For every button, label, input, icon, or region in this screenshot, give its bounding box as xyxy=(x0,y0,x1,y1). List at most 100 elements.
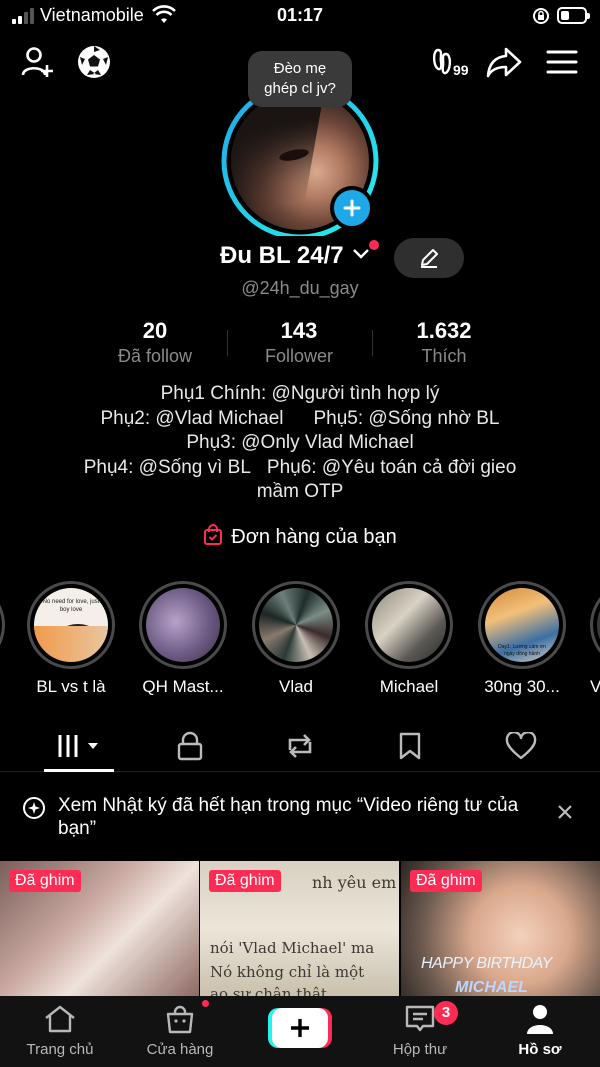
highlight-title: QH Mast... xyxy=(142,677,224,696)
tab-private[interactable] xyxy=(160,726,220,766)
highlight-title: Michael xyxy=(379,677,439,696)
status-time: 01:17 xyxy=(276,5,324,25)
display-name-text: Đu BL 24/7 xyxy=(220,242,344,269)
repost-icon xyxy=(288,734,312,758)
bio-mention[interactable]: Phụ4: @Sống vì BL xyxy=(84,457,251,478)
stat-label: Đã follow xyxy=(117,346,193,366)
add-user-icon xyxy=(21,47,53,77)
nav-profile[interactable]: Hồ sơ xyxy=(480,1004,600,1058)
nav-label: Hồ sơ xyxy=(518,1041,562,1058)
inbox-message-icon xyxy=(405,1005,435,1032)
stat-label: Follower xyxy=(264,346,334,366)
soccer-ball-icon xyxy=(78,46,110,78)
video-thumbnail[interactable]: Đã ghim nh yêu em nói 'Vlad Michael' ma … xyxy=(200,861,399,996)
pinned-badge: Đã ghim xyxy=(410,870,482,892)
stat-likes[interactable]: 1.632 Thích xyxy=(369,318,519,368)
notice-text: Xem Nhật ký đã hết hạn trong mục “Video … xyxy=(58,795,519,839)
bio-mention[interactable]: Phụ5: @Sống nhờ BL xyxy=(314,408,500,429)
shopping-bag-icon xyxy=(204,524,223,545)
bio-line: Phụ1 Chính: @Người tình hợp lý xyxy=(160,383,440,404)
tooltip-line-1: Đèo mẹ xyxy=(273,60,327,77)
stat-followers[interactable]: 143 Follower xyxy=(224,318,374,368)
highlight-title: 30ng 30... xyxy=(484,677,560,696)
plus-icon xyxy=(291,1019,309,1037)
username-handle: @24h_du_gay xyxy=(241,278,359,298)
status-bar: Vietnamobile 01:17 xyxy=(0,0,600,32)
profile-stats: 20 Đã follow 143 Follower 1.632 Thích xyxy=(0,318,600,370)
pinned-badge: Đã ghim xyxy=(9,870,81,892)
story-highlight[interactable]: Day1: Lương cảm ơn ngày đồng hành 30ng 3… xyxy=(477,581,567,697)
video-overlay-text: MICHAEL xyxy=(455,979,528,996)
hamburger-menu-icon xyxy=(546,50,578,74)
add-friend-button[interactable] xyxy=(18,42,58,82)
video-grid: Đã ghim Đã ghim nh yêu em nói 'Vlad Mich… xyxy=(0,861,600,996)
story-highlight[interactable]: Michael xyxy=(364,581,454,697)
bio-line: Phụ4: @Sống vì BL Phụ6: @Yêu toán cả đời … xyxy=(0,456,600,481)
battery-icon xyxy=(557,7,590,24)
lock-icon xyxy=(177,731,203,761)
edit-profile-button[interactable] xyxy=(394,238,464,278)
story-highlight[interactable]: Vlad xyxy=(251,581,341,697)
bio-line: Phụ3: @Only Vlad Michael xyxy=(186,432,414,453)
share-profile-button[interactable] xyxy=(484,42,524,82)
create-video-button[interactable] xyxy=(268,1008,332,1048)
video-overlay-text: Nó không chỉ là một xyxy=(210,963,365,981)
menu-button[interactable] xyxy=(542,42,582,82)
nav-shop[interactable]: Cửa hàng xyxy=(120,1004,240,1058)
footprints-icon: 99 xyxy=(432,48,469,78)
stat-label: Thích xyxy=(421,346,467,366)
tab-favorites[interactable] xyxy=(380,726,440,766)
home-icon xyxy=(45,1005,75,1033)
shop-bag-icon xyxy=(166,1005,194,1034)
highlight-overlay-text: No need for love, just boy love xyxy=(42,599,100,613)
tab-reposts[interactable] xyxy=(270,726,330,766)
video-thumbnail[interactable]: Đã ghim xyxy=(0,861,199,996)
stat-value: 20 xyxy=(142,318,168,343)
display-name[interactable]: Đu BL 24/7 xyxy=(220,242,370,270)
bio-line: mầm OTP xyxy=(256,481,344,502)
chevron-down-icon xyxy=(353,249,370,259)
name-row: Đu BL 24/7 xyxy=(0,236,600,280)
tab-liked[interactable] xyxy=(491,726,551,766)
video-overlay-text: ao sư chân thật xyxy=(210,985,327,996)
pencil-icon xyxy=(421,249,438,268)
tooltip-line-2: ghép cl jv? xyxy=(264,80,336,97)
nav-label: Trang chủ xyxy=(26,1041,94,1058)
video-overlay-text: nói 'Vlad Michael' ma xyxy=(210,939,375,957)
inbox-count-badge: 3 xyxy=(434,1001,458,1025)
tab-videos[interactable] xyxy=(50,726,110,766)
profile-bio: Phụ1 Chính: @Người tình hợp lý Phụ2: @Vl… xyxy=(0,382,600,505)
video-overlay-text: nh yêu em xyxy=(312,873,397,892)
avatar-tooltip: Đèo mẹ ghép cl jv? xyxy=(248,51,352,107)
orders-link[interactable]: Đơn hàng của bạn xyxy=(0,524,600,549)
profile-person-icon xyxy=(527,1005,553,1034)
stat-value: 143 xyxy=(280,318,318,343)
add-story-button[interactable] xyxy=(330,186,374,230)
video-overlay-text: HAPPY BIRTHDAY xyxy=(421,955,552,972)
highlight-title: Vlad xyxy=(278,677,314,696)
highlight-title: V xyxy=(590,677,600,696)
expired-stories-notice[interactable]: Xem Nhật ký đã hết hạn trong mục “Video … xyxy=(0,790,600,846)
plus-icon xyxy=(343,199,361,217)
highlight-overlay-text: Day1: Lương cảm ơn ngày đồng hành xyxy=(498,644,546,657)
story-highlight[interactable]: QH Mast... xyxy=(138,581,228,697)
profile-views-button[interactable]: 99 xyxy=(430,42,476,82)
video-thumbnail[interactable]: Đã ghim HAPPY BIRTHDAY MICHAEL xyxy=(401,861,600,996)
highlight-partial-left[interactable] xyxy=(0,581,6,669)
active-tab-indicator xyxy=(44,769,114,772)
bio-mention[interactable]: Phụ6: @Yêu toán cả đời gieo xyxy=(267,457,516,478)
rotation-lock-icon xyxy=(533,8,549,24)
close-icon[interactable] xyxy=(556,803,574,821)
stat-following[interactable]: 20 Đã follow xyxy=(80,318,230,368)
story-highlight[interactable]: V xyxy=(590,581,600,697)
sparkle-icon xyxy=(23,797,45,819)
bookmark-icon xyxy=(399,732,421,760)
nav-home[interactable]: Trang chủ xyxy=(0,1004,120,1058)
soccer-ball-button[interactable] xyxy=(74,42,114,82)
nav-label: Cửa hàng xyxy=(146,1041,214,1058)
shop-notification-dot xyxy=(200,998,211,1009)
nav-inbox[interactable]: Hộp thư xyxy=(360,1004,480,1058)
orders-label: Đơn hàng của bạn xyxy=(231,526,397,548)
bio-mention[interactable]: Phụ2: @Vlad Michael xyxy=(101,408,284,429)
story-highlight[interactable]: No need for love, just boy love BL vs t … xyxy=(26,581,116,697)
